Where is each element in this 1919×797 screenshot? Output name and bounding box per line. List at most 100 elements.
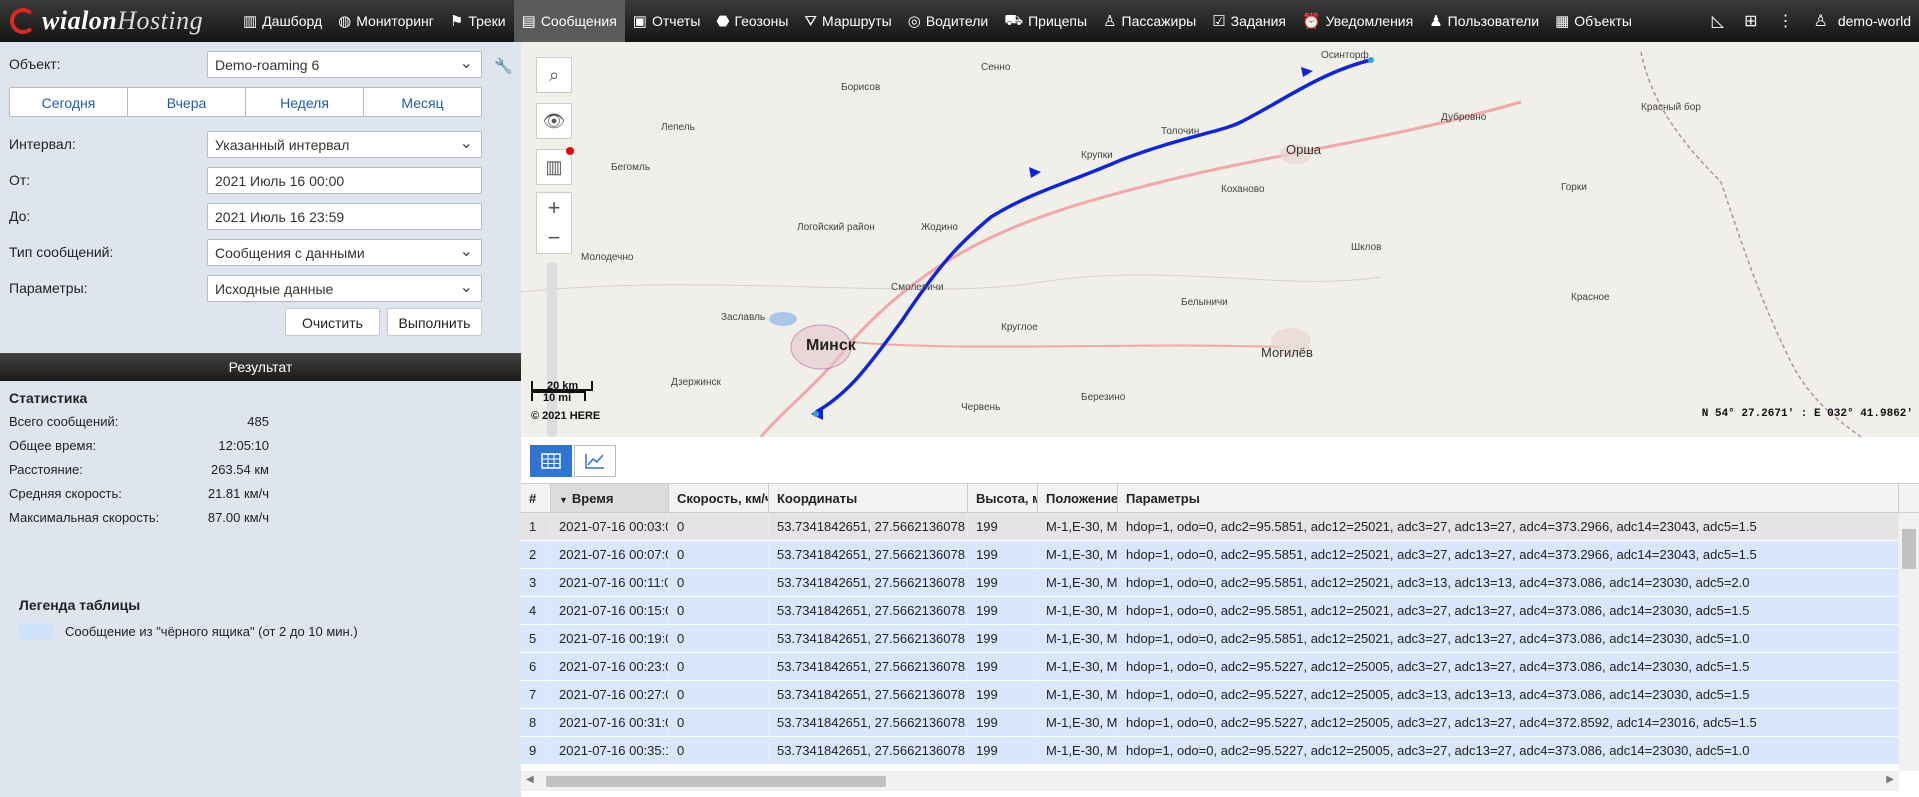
table-cell: 2021-07-16 00:19:06 (551, 625, 669, 653)
table-row[interactable]: 4 2021-07-16 00:15:06 0 53.7341842651, 27.5… (521, 597, 1919, 625)
statistics-block: Статистика Всего сообщений: 485 Общее вре… (9, 390, 269, 534)
wialon-logo[interactable]: wialon Hosting (0, 0, 235, 42)
column-altitude[interactable]: Высота, м (968, 484, 1038, 512)
table-cell: 199 (968, 737, 1038, 765)
interval-select[interactable]: Указанный интервал (207, 131, 482, 158)
scroll-thumb[interactable] (546, 776, 886, 787)
nav-item-bus[interactable]: ▦ Объекты (1547, 0, 1640, 42)
nav-item-flag[interactable]: ⚑ Треки (442, 0, 514, 42)
wrench-icon[interactable]: 🔧 (494, 57, 513, 75)
map-label: Бегомль (611, 162, 651, 173)
execute-button[interactable]: Выполнить (387, 308, 482, 336)
nav-item-message[interactable]: ▤ Сообщения (513, 0, 625, 42)
table-row[interactable]: 2 2021-07-16 00:07:04 0 53.7341842651, 27.5… (521, 541, 1919, 569)
map-label: Логойский район (797, 222, 875, 233)
nav-item-user[interactable]: ♟ Пользователи (1421, 0, 1547, 42)
nav-item-passenger[interactable]: ♙ Пассажиры (1095, 0, 1204, 42)
track-point[interactable] (813, 411, 819, 417)
map-label: Белыничи (1181, 297, 1228, 308)
nav-item-globe[interactable]: ◍ Мониторинг (330, 0, 442, 42)
message-icon: ▤ (521, 13, 536, 30)
table-cell: M-1,E-30, Мин (1038, 653, 1118, 681)
alarm-icon: ⏰ (1301, 13, 1321, 30)
tab-month[interactable]: Месяц (364, 88, 481, 116)
table-cell: 199 (968, 541, 1038, 569)
table-row[interactable]: 1 2021-07-16 00:03:04 0 53.7341842651, 27.5… (521, 513, 1919, 541)
clear-button[interactable]: Очистить (285, 308, 380, 336)
chart-icon: ▥ (243, 13, 258, 30)
table-cell: 0 (669, 541, 769, 569)
nav-item-geofence[interactable]: ⬣ Геозоны (708, 0, 796, 42)
to-date-input[interactable]: 2021 Июль 16 23:59 (207, 203, 482, 230)
table-cell: M-1,E-30, Мин (1038, 597, 1118, 625)
table-cell: 7 (521, 681, 551, 709)
zoom-controls: + − (536, 192, 572, 254)
column-time[interactable]: ▼ Время (551, 484, 669, 512)
scroll-left-arrow[interactable]: ◀ (526, 774, 534, 785)
table-row[interactable]: 9 2021-07-16 00:35:10 0 53.7341842651, 27.5… (521, 737, 1919, 765)
table-row[interactable]: 6 2021-07-16 00:23:08 0 53.7341842651, 27.5… (521, 653, 1919, 681)
table-cell: 8 (521, 709, 551, 737)
column-number[interactable]: # (521, 484, 551, 512)
map-search-button[interactable]: ⌕ (536, 57, 572, 93)
nav-item-alarm[interactable]: ⏰ Уведомления (1294, 0, 1421, 42)
column-parameters[interactable]: Параметры (1118, 484, 1899, 512)
trailer-icon: ⛟ (1004, 11, 1024, 29)
column-speed[interactable]: Скорость, км/ч (669, 484, 769, 512)
logo-text-main: wialon (42, 6, 118, 35)
table-row[interactable]: 3 2021-07-16 00:11:04 0 53.7341842651, 27.5… (521, 569, 1919, 597)
nav-item-label: Треки (468, 13, 506, 29)
zoom-in-button[interactable]: + (537, 193, 571, 223)
zoom-out-button[interactable]: − (537, 223, 571, 253)
tab-yesterday[interactable]: Вчера (128, 88, 246, 116)
from-date-input[interactable]: 2021 Июль 16 00:00 (207, 167, 482, 194)
object-label: Объект: (9, 56, 61, 72)
table-cell: 2021-07-16 00:03:04 (551, 513, 669, 541)
map-label: Могилёв (1261, 345, 1313, 360)
table-cell: 2021-07-16 00:23:08 (551, 653, 669, 681)
column-coordinates[interactable]: Координаты (769, 484, 968, 512)
user-account-icon[interactable]: ♙ (1814, 11, 1828, 31)
map-layers-button[interactable]: ▥ (536, 147, 574, 185)
vertical-scrollbar[interactable] (1899, 513, 1919, 771)
tab-today[interactable]: Сегодня (10, 88, 128, 116)
table-cell: hdop=1, odo=0, adc2=95.5227, adc12=25005… (1118, 681, 1899, 709)
more-menu-icon[interactable]: ⋮ (1778, 11, 1794, 31)
horizontal-scrollbar[interactable]: ◀ ▶ (521, 771, 1899, 791)
nav-item-driver[interactable]: ◎ Водители (900, 0, 996, 42)
table-row[interactable]: 8 2021-07-16 00:31:08 0 53.7341842651, 27.5… (521, 709, 1919, 737)
map-layers-icon: ▥ (545, 156, 563, 177)
message-type-select[interactable]: Сообщения с данными (207, 239, 482, 266)
username-label[interactable]: demo-world (1838, 13, 1911, 29)
nav-item-trailer[interactable]: ⛟ Прицепы (996, 0, 1095, 42)
scale-km: 20 km (531, 381, 593, 392)
parameters-select[interactable]: Исходные данные (207, 275, 482, 302)
map-visibility-button[interactable]: 👁 (536, 103, 572, 139)
nav-item-report[interactable]: ▣ Отчеты (625, 0, 709, 42)
table-view-button[interactable] (530, 445, 572, 477)
object-row: Объект: Demo-roaming 6 🔧 (0, 49, 521, 79)
table-cell: 4 (521, 597, 551, 625)
table-cell: 1 (521, 513, 551, 541)
table-cell: 2021-07-16 00:11:04 (551, 569, 669, 597)
interval-row: Интервал: Указанный интервал (0, 129, 521, 159)
scroll-right-arrow[interactable]: ▶ (1886, 774, 1894, 785)
map-view[interactable]: Минск Могилёв Орша Осинторф Логойский ра… (521, 42, 1919, 437)
ruler-icon[interactable]: ◺ (1712, 11, 1724, 31)
nav-item-chart[interactable]: ▥ Дашборд (235, 0, 330, 42)
table-cell: 199 (968, 597, 1038, 625)
tab-week[interactable]: Неделя (246, 88, 364, 116)
table-cell: 0 (669, 569, 769, 597)
chart-view-button[interactable] (574, 445, 616, 477)
table-row[interactable]: 5 2021-07-16 00:19:06 0 53.7341842651, 27.5… (521, 625, 1919, 653)
messages-query-panel: Объект: Demo-roaming 6 🔧 Сегодня Вчера Н… (0, 42, 521, 797)
table-row[interactable]: 7 2021-07-16 00:27:08 0 53.7341842651, 27.5… (521, 681, 1919, 709)
column-position[interactable]: Положение (1038, 484, 1118, 512)
map-label: Жодино (921, 222, 958, 233)
apps-grid-icon[interactable]: ⊞ (1744, 11, 1757, 31)
sort-desc-icon: ▼ (559, 495, 568, 505)
object-select[interactable]: Demo-roaming 6 (207, 51, 482, 78)
nav-item-route[interactable]: ⛛ Маршруты (796, 0, 899, 42)
nav-item-task[interactable]: ☑ Задания (1204, 0, 1294, 42)
scroll-thumb[interactable] (1902, 529, 1916, 569)
